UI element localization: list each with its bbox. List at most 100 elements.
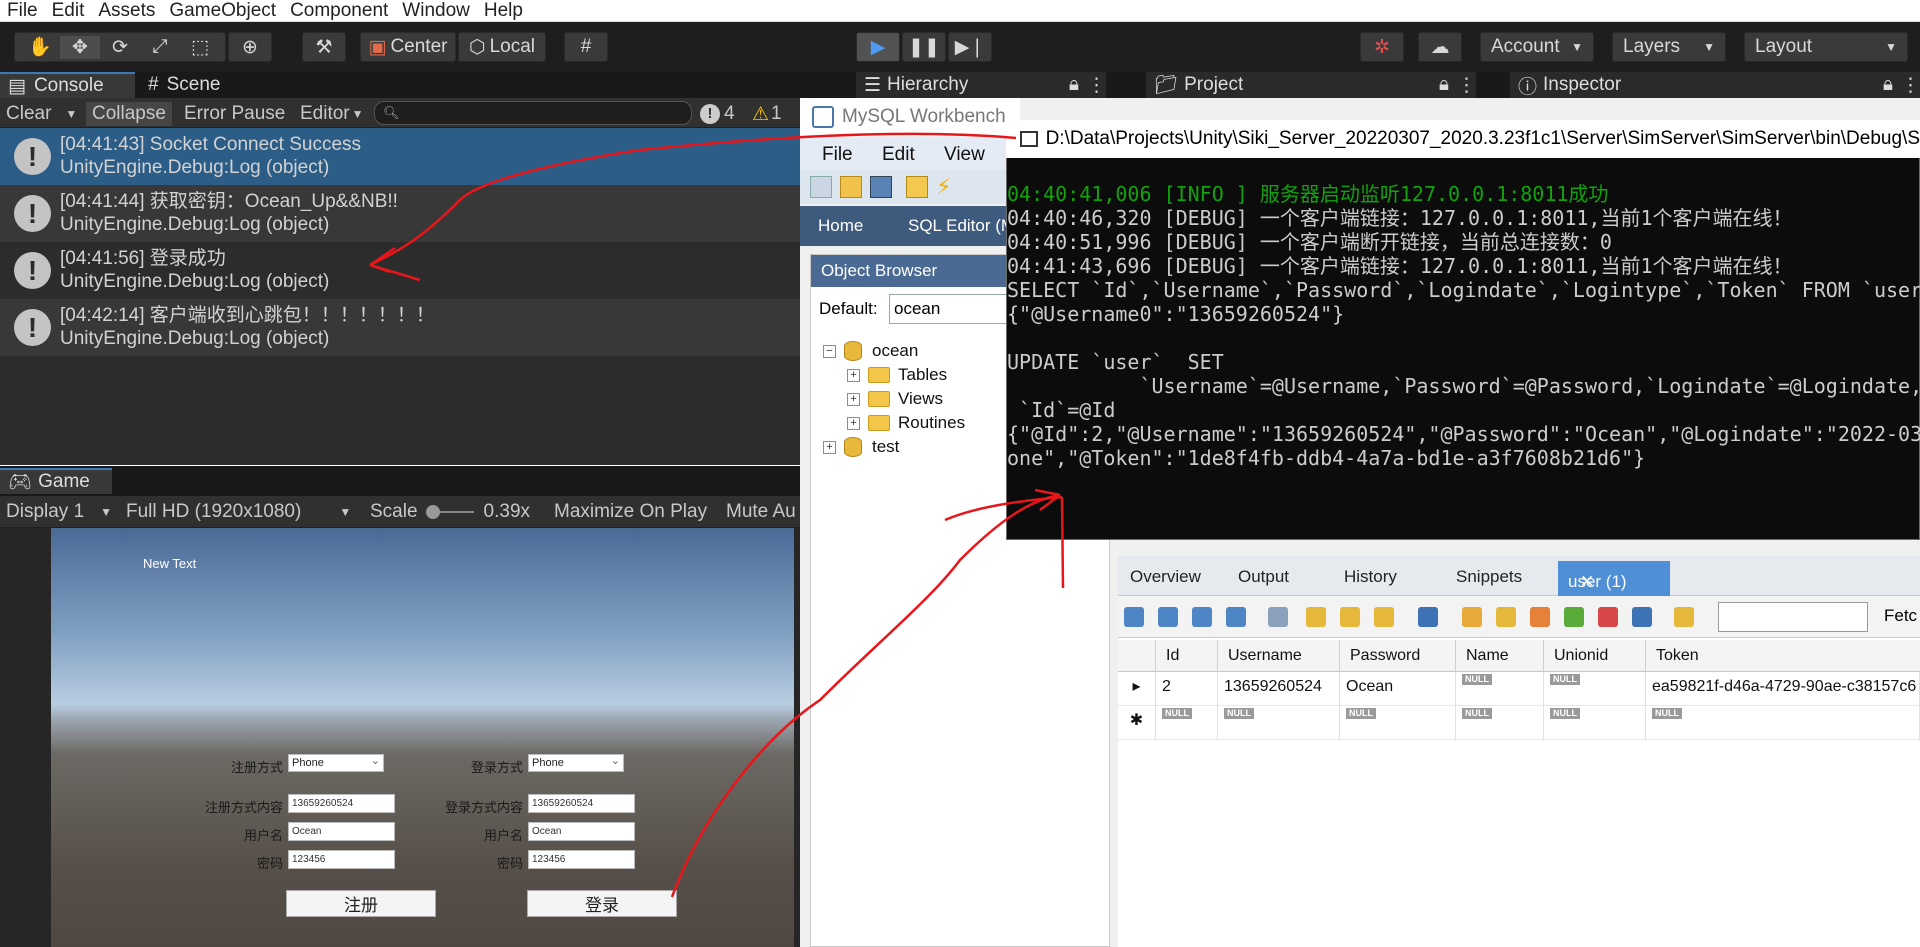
maximize-on-play-toggle[interactable]: Maximize On Play — [554, 500, 707, 524]
pivot-center-button[interactable]: ▣ Center — [360, 32, 456, 62]
insert-row-icon[interactable] — [1496, 607, 1516, 627]
tab-user-result[interactable]: user (1) ✕ — [1558, 561, 1670, 596]
rect-tool-icon[interactable]: ⬚ — [180, 36, 220, 59]
delete-row-icon[interactable] — [1530, 607, 1550, 627]
pivot-local-button[interactable]: ⬡ Local — [458, 32, 546, 62]
expand-icon[interactable]: + — [847, 392, 860, 406]
collab-icon[interactable]: ✲ — [1360, 32, 1404, 62]
cell-new-name[interactable]: NULL — [1456, 706, 1544, 740]
wb-menu-edit[interactable]: Edit — [882, 144, 915, 166]
apply-icon[interactable] — [1564, 607, 1584, 627]
column-icon[interactable] — [1374, 607, 1394, 627]
login-username-input[interactable]: Ocean — [528, 822, 635, 841]
open-sql-icon[interactable] — [840, 176, 862, 198]
column-header-password[interactable]: Password — [1340, 640, 1456, 672]
first-row-icon[interactable] — [1124, 607, 1144, 627]
log-entry[interactable]: ! [04:42:14] 客户端收到心跳包！！！！！！！ UnityEngine.… — [0, 299, 800, 356]
more-icon[interactable]: ⋮ — [1901, 74, 1920, 97]
expand-icon[interactable]: + — [847, 416, 860, 430]
filter-icon[interactable] — [1674, 607, 1694, 627]
expand-icon[interactable]: + — [847, 368, 860, 382]
refresh-icon[interactable] — [1632, 607, 1652, 627]
column-header-name[interactable]: Name — [1456, 640, 1544, 672]
log-entry[interactable]: ! [04:41:43] Socket Connect Success Unity… — [0, 128, 800, 185]
hand-tool-icon[interactable]: ✋ — [20, 35, 60, 59]
cell-password[interactable]: Ocean — [1340, 672, 1456, 706]
wb-home-tab[interactable]: Home — [818, 216, 863, 236]
schema-icon[interactable] — [906, 176, 928, 198]
more-icon[interactable]: ⋮ — [1087, 74, 1106, 97]
login-content-input[interactable]: 13659260524 — [528, 794, 635, 813]
execute-icon[interactable]: ⚡ — [936, 174, 951, 200]
new-sql-icon[interactable] — [810, 176, 832, 198]
register-username-input[interactable]: Ocean — [288, 822, 395, 841]
cell-new-username[interactable]: NULL — [1218, 706, 1340, 740]
cloud-icon[interactable]: ☁ — [1418, 32, 1462, 62]
rotate-tool-icon[interactable]: ⟳ — [100, 36, 140, 59]
game-view[interactable]: New Text 注册方式 Phone 登录方式 Phone 注册方式内容 13… — [51, 528, 794, 947]
next-row-icon[interactable] — [1192, 607, 1212, 627]
last-row-icon[interactable] — [1226, 607, 1246, 627]
column-icon[interactable] — [1340, 607, 1360, 627]
cell-username[interactable]: 13659260524 — [1218, 672, 1340, 706]
wb-menu-view[interactable]: View — [944, 144, 985, 166]
move-tool-icon[interactable]: ✥ — [60, 35, 100, 59]
revert-icon[interactable] — [1598, 607, 1618, 627]
register-method-select[interactable]: Phone — [288, 753, 384, 772]
collapse-icon[interactable]: − — [823, 344, 836, 358]
scale-tool-icon[interactable]: ⤢ — [140, 36, 180, 58]
cell-unionid[interactable]: NULL — [1544, 672, 1646, 706]
register-content-input[interactable]: 13659260524 — [288, 794, 395, 813]
tab-hierarchy[interactable]: ☰ Hierarchy 🔒︎ ⋮ — [856, 72, 1106, 98]
lock-icon[interactable]: 🔒︎ — [1069, 74, 1079, 96]
layers-dropdown[interactable]: Layers ▼ — [1612, 32, 1726, 62]
tab-history[interactable]: History — [1344, 567, 1397, 587]
menu-file[interactable]: File — [0, 1, 45, 20]
log-entry[interactable]: ! [04:41:56] 登录成功 UnityEngine.Debug:Log (… — [0, 242, 800, 299]
grid-snap-icon[interactable]: # — [564, 32, 608, 62]
tree-schema-ocean[interactable]: − ocean — [823, 341, 918, 361]
tab-project[interactable]: 📁︎ Project 🔒︎ ⋮ — [1146, 72, 1476, 98]
transform-all-icon[interactable]: ⊕ — [228, 32, 272, 62]
save-icon[interactable] — [870, 176, 892, 198]
log-entry[interactable]: ! [04:41:44] 获取密钥：Ocean_Up&&NB!! UnityEng… — [0, 185, 800, 242]
cell-new-id[interactable]: NULL — [1156, 706, 1218, 740]
custom-tool-icon[interactable]: ⚒ — [302, 32, 346, 62]
collapse-button[interactable]: Collapse — [86, 102, 172, 126]
menu-help[interactable]: Help — [477, 1, 530, 20]
column-header-id[interactable]: Id — [1156, 640, 1218, 672]
expand-icon[interactable]: + — [823, 440, 836, 454]
lock-icon[interactable]: 🔒︎ — [1439, 74, 1449, 96]
tab-game[interactable]: 🎮︎ Game — [0, 468, 112, 494]
cell-new-token[interactable]: NULL — [1646, 706, 1920, 740]
dropdown-arrow-icon[interactable]: ▼ — [65, 107, 77, 121]
mute-audio-toggle[interactable]: Mute Au — [726, 500, 796, 524]
column-header-token[interactable]: Token — [1646, 640, 1920, 672]
scale-slider[interactable]: Scale 0.39x — [370, 500, 530, 524]
resolution-dropdown[interactable]: Full HD (1920x1080) ▼ — [126, 500, 351, 524]
tree-schema-test[interactable]: + test — [823, 437, 899, 457]
tab-console[interactable]: ▤ Console — [0, 72, 135, 98]
menu-edit[interactable]: Edit — [45, 1, 92, 20]
cell-id[interactable]: 2 — [1156, 672, 1218, 706]
column-header-unionid[interactable]: Unionid — [1544, 640, 1646, 672]
tab-scene[interactable]: # Scene — [140, 72, 250, 98]
wb-sql-editor-tab[interactable]: SQL Editor (M — [908, 216, 1015, 236]
menu-assets[interactable]: Assets — [91, 1, 162, 20]
lock-icon[interactable]: 🔒︎ — [1883, 74, 1893, 96]
register-button[interactable]: 注册 — [286, 890, 436, 917]
cell-name[interactable]: NULL — [1456, 672, 1544, 706]
menu-component[interactable]: Component — [283, 1, 395, 20]
wrap-text-icon[interactable] — [1268, 607, 1288, 627]
cell-new-unionid[interactable]: NULL — [1544, 706, 1646, 740]
tree-routines[interactable]: + Routines — [847, 413, 965, 433]
scale-slider-track[interactable] — [425, 505, 474, 519]
login-button[interactable]: 登录 — [527, 890, 677, 917]
close-icon[interactable]: ✕ — [1580, 572, 1594, 592]
pause-button[interactable]: ❚❚ — [902, 32, 946, 62]
column-icon[interactable] — [1306, 607, 1326, 627]
clear-button[interactable]: Clear ▼ — [6, 102, 77, 126]
error-pause-button[interactable]: Error Pause — [184, 102, 285, 126]
login-method-select[interactable]: Phone — [528, 753, 624, 772]
tab-output[interactable]: Output — [1238, 567, 1289, 587]
